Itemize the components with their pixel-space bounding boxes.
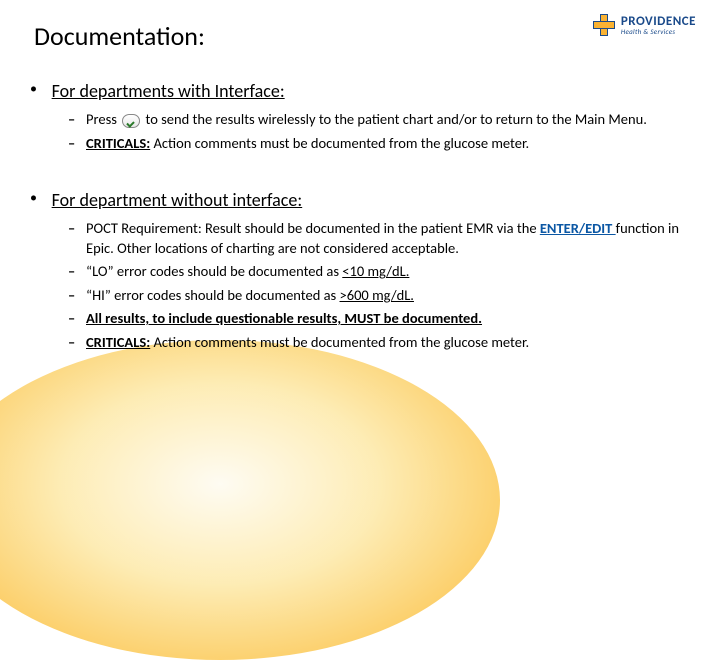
background-swoosh [0,340,500,660]
list-item: CRITICALS: Action comments must be docum… [86,333,690,353]
all-results-text: All results, to include questionable res… [86,309,482,327]
section-without-interface: For department without interface: POCT R… [48,189,690,352]
lo-threshold: <10 mg/dL. [342,262,409,280]
list-item: CRITICALS: Action comments must be docum… [86,134,690,154]
section-list: For departments with Interface: Press to… [30,80,690,353]
text: Action comments must be documented from … [150,134,529,152]
text: “LO” error codes should be documented as [86,262,342,280]
list-item: All results, to include questionable res… [86,309,690,329]
list-item: POCT Requirement: Result should be docum… [86,219,690,258]
list-item: “HI” error codes should be documented as… [86,286,690,306]
text: Press [86,110,120,128]
section-heading: For department without interface: [52,189,303,211]
hi-threshold: >600 mg/dL. [340,286,414,304]
text: to send the results wirelessly to the pa… [145,110,646,128]
text: POCT Requirement: Result should be docum… [86,219,540,237]
section-heading: For departments with Interface: [52,80,285,102]
ok-check-icon [122,114,140,128]
criticals-label: CRITICALS: [86,134,150,152]
text: “HI” error codes should be documented as [86,286,340,304]
page-title: Documentation: [34,20,690,52]
criticals-label: CRITICALS: [86,333,150,351]
list-item: Press to send the results wirelessly to … [86,110,690,130]
text: Action comments must be documented from … [150,333,529,351]
enter-edit-link: ENTER/EDIT [540,219,616,237]
list-item: “LO” error codes should be documented as… [86,262,690,282]
section-with-interface: For departments with Interface: Press to… [48,80,690,153]
